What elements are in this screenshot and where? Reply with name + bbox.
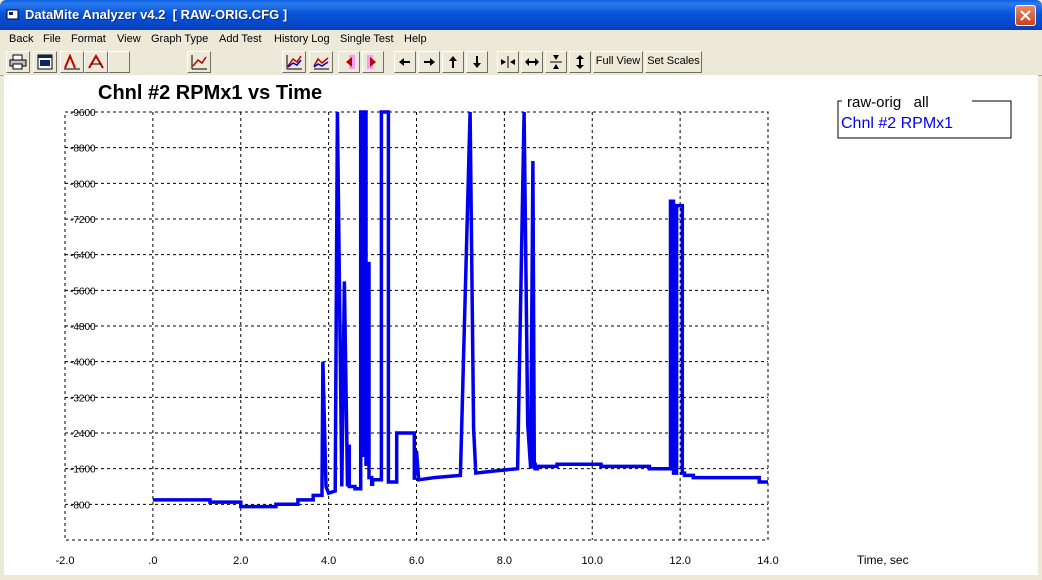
pan-left-button[interactable] [394, 51, 416, 73]
y-tick-label: -8000 [70, 179, 96, 190]
app-icon [6, 9, 19, 20]
overlay-graph-button[interactable] [282, 51, 306, 73]
x-tick-label: 8.0 [497, 555, 512, 567]
y-tick-label: -8800 [70, 144, 96, 155]
blank-button[interactable] [108, 51, 130, 73]
compress-horizontal-icon [501, 56, 515, 68]
grid [64, 111, 769, 541]
y-tick-label: -5600 [70, 286, 96, 297]
y-tick-label: -9600 [70, 108, 96, 119]
x-tick-label: 4.0 [321, 555, 336, 567]
x-tick-label: 12.0 [669, 555, 690, 567]
arrow-left-icon [399, 58, 410, 66]
x-tick-label: 2.0 [233, 555, 248, 567]
y-tick-label: -800 [70, 500, 90, 511]
valley-icon [88, 54, 104, 69]
peak-icon [64, 54, 80, 70]
x-tick-label: .0 [148, 555, 157, 567]
y-tick-label: -4800 [70, 322, 96, 333]
toolbar: Full View Set Scales [0, 49, 1042, 76]
close-button[interactable] [1015, 5, 1036, 26]
legend: raw-orig all Chnl #2 RPMx1 [837, 94, 1012, 139]
series-layer [152, 110, 768, 509]
x-tick-label: 10.0 [582, 555, 603, 567]
menu-bar: Back File Format View Graph Type Add Tes… [0, 30, 1042, 49]
arrow-down-icon [473, 56, 481, 68]
y-tick-label: -6400 [70, 251, 96, 262]
pan-right-button[interactable] [418, 51, 440, 73]
pan-down-button[interactable] [466, 51, 488, 73]
full-view-button[interactable]: Full View [593, 51, 643, 73]
legend-header: raw-orig all [847, 94, 929, 111]
y-tick-label: -7200 [70, 215, 96, 226]
y-tick-label: -3200 [70, 393, 96, 404]
series-line [152, 110, 768, 509]
printer-icon [9, 54, 27, 70]
x-tick-label: -2.0 [56, 555, 75, 567]
y-tick-labels: -800 -1600 -2400 -3200 -4000 -4800 -5600 -6400 -… [70, 108, 96, 511]
chart-title: Chnl #2 RPMx1 vs Time [98, 82, 322, 104]
print-button[interactable] [6, 51, 30, 73]
cursor-left-icon [346, 55, 355, 69]
x-tick-labels: -2.0 .0 2.0 4.0 6.0 8.0 10.0 12.0 14.0 [56, 555, 779, 567]
close-icon [1020, 10, 1031, 21]
trend-graph-button[interactable] [309, 51, 333, 73]
valley-button[interactable] [84, 51, 108, 73]
title-bar: DataMite Analyzer v4.2 [ RAW-ORIG.CFG ] [0, 0, 1042, 30]
y-tick-label: -2400 [70, 429, 96, 440]
cursor-right-icon [367, 55, 376, 69]
menu-history-log[interactable]: History Log [274, 33, 330, 45]
window-title: DataMite Analyzer v4.2 [ RAW-ORIG.CFG ] [25, 7, 288, 22]
menu-file[interactable]: File [43, 33, 61, 45]
overlay-graph-icon [286, 55, 302, 70]
menu-format[interactable]: Format [71, 33, 106, 45]
cursor-right-button[interactable] [362, 51, 384, 73]
expand-horizontal-icon [525, 58, 539, 66]
compress-vertical-button[interactable] [545, 51, 567, 73]
chart: Chnl #2 RPMx1 vs Time -800 -1600 -2400 -320… [56, 82, 1012, 567]
expand-horizontal-button[interactable] [521, 51, 543, 73]
menu-graph-type[interactable]: Graph Type [151, 33, 208, 45]
menu-help[interactable]: Help [404, 33, 427, 45]
menu-single-test[interactable]: Single Test [340, 33, 394, 45]
arrow-right-icon [424, 58, 435, 66]
pan-up-button[interactable] [442, 51, 464, 73]
menu-add-test[interactable]: Add Test [219, 33, 262, 45]
graph-icon [191, 55, 207, 70]
expand-vertical-button[interactable] [569, 51, 591, 73]
plot-area: Chnl #2 RPMx1 vs Time -800 -1600 -2400 -320… [4, 75, 1038, 575]
arrow-up-icon [449, 56, 457, 68]
menu-view[interactable]: View [117, 33, 141, 45]
expand-vertical-icon [576, 55, 584, 69]
y-tick-label: -4000 [70, 358, 96, 369]
menu-back[interactable]: Back [9, 33, 33, 45]
set-scales-button[interactable]: Set Scales [645, 51, 702, 73]
peak-button[interactable] [60, 51, 84, 73]
trend-graph-icon [313, 57, 329, 70]
window-icon [37, 54, 53, 70]
compress-horizontal-button[interactable] [497, 51, 519, 73]
x-tick-label: 6.0 [409, 555, 424, 567]
window-button[interactable] [33, 51, 57, 73]
plot-border [64, 111, 769, 541]
compress-vertical-icon [550, 55, 562, 69]
x-tick-label: 14.0 [757, 555, 778, 567]
legend-series-label: Chnl #2 RPMx1 [841, 115, 953, 132]
y-tick-label: -1600 [70, 465, 96, 476]
graph-button[interactable] [187, 51, 211, 73]
cursor-left-button[interactable] [338, 51, 360, 73]
x-axis-label: Time, sec [857, 553, 909, 567]
